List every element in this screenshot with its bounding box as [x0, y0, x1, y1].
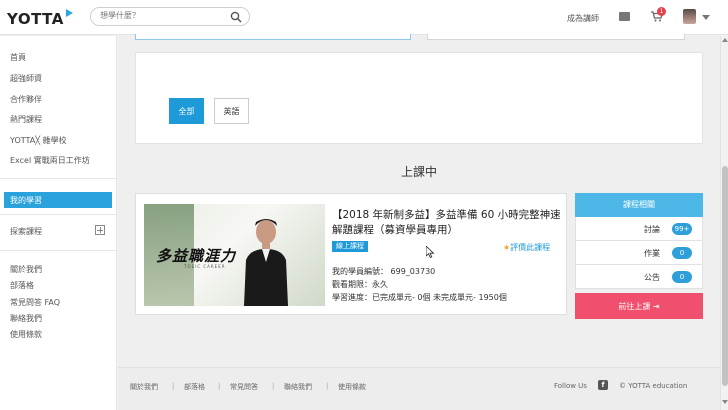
footer-link-faq[interactable]: 常見問答: [230, 382, 258, 392]
sidebar-item-excel-workshop[interactable]: Excel 實戰兩日工作坊: [10, 155, 90, 166]
divider: [0, 178, 117, 179]
announcement-label: 公告: [644, 273, 660, 282]
viewing-period: 觀看期限：永久: [332, 280, 388, 289]
go-to-class-label: 前往上課: [618, 301, 651, 311]
scrollbar[interactable]: [720, 36, 728, 410]
search-icon[interactable]: [230, 11, 242, 23]
logo-play-icon: [65, 9, 73, 17]
sidebar-item-explore[interactable]: 探索課程: [10, 226, 42, 237]
footer-separator: |: [172, 382, 175, 390]
footer-separator: |: [272, 382, 275, 390]
footer-link-about[interactable]: 關於我們: [130, 382, 158, 392]
filter-english-button[interactable]: 英語: [214, 98, 249, 124]
search-box[interactable]: [90, 7, 250, 26]
footer: 關於我們 | 部落格 | 常見問答 | 聯絡我們 | 使用條款 Follow U…: [118, 367, 720, 410]
sidebar: 首頁 超強師資 合作夥伴 熱門課程 YOTTA╳ 雜學校 Excel 實戰兩日工…: [0, 36, 117, 410]
sidebar-item-home[interactable]: 首頁: [10, 52, 26, 63]
sidebar-item-faq[interactable]: 常見問答 FAQ: [10, 297, 60, 308]
course-title[interactable]: 【2018 年新制多益】多益準備 60 小時完整神速解題課程（募資學員專用）: [332, 208, 562, 238]
facebook-icon[interactable]: f: [598, 380, 608, 390]
filter-card: 全部 英語: [135, 52, 703, 144]
go-to-class-button[interactable]: 前往上課 ⇥: [575, 293, 703, 319]
sidebar-item-blog[interactable]: 部落格: [10, 280, 34, 291]
copyright: © YOTTA education: [619, 382, 688, 390]
sidebar-item-partners[interactable]: 合作夥伴: [10, 94, 42, 105]
footer-separator: |: [326, 382, 329, 390]
footer-separator: |: [218, 382, 221, 390]
scroll-thumb[interactable]: [722, 166, 728, 386]
enter-icon: ⇥: [652, 301, 660, 311]
follow-us-label: Follow Us: [554, 382, 587, 390]
expand-plus-icon[interactable]: [95, 225, 105, 235]
logo-text: YOTTA: [7, 10, 64, 28]
mouse-cursor-icon: [426, 246, 435, 258]
sidebar-item-my-learning[interactable]: 我的學習: [4, 192, 112, 208]
homework-row[interactable]: 作業 0: [575, 241, 703, 265]
discussion-count-badge: 99+: [672, 223, 692, 235]
learning-progress: 學習進度：已完成單元- 0個 未完成單元- 1950個: [332, 293, 507, 302]
footer-link-blog[interactable]: 部落格: [184, 382, 205, 392]
logo[interactable]: YOTTA: [7, 9, 73, 28]
online-course-badge: 線上課程: [332, 241, 368, 252]
search-field-partial[interactable]: [135, 34, 411, 40]
sidebar-item-about[interactable]: 關於我們: [10, 264, 42, 275]
discussion-label: 討論: [644, 225, 660, 234]
discussion-row[interactable]: 討論 99+: [575, 217, 703, 241]
become-instructor-link[interactable]: 成為講師: [567, 13, 599, 24]
divider: [0, 214, 117, 215]
mail-icon[interactable]: [619, 12, 630, 21]
search-input[interactable]: [100, 11, 230, 20]
sidebar-item-popular[interactable]: 熱門課程: [10, 114, 42, 125]
scroll-down-arrow-icon[interactable]: [722, 400, 728, 404]
sidebar-item-yotta-school[interactable]: YOTTA╳ 雜學校: [10, 135, 67, 146]
student-number: 我的學員編號： 699_03730: [332, 267, 436, 276]
thumbnail-person: [244, 219, 288, 306]
announcement-row[interactable]: 公告 0: [575, 265, 703, 289]
chevron-down-icon[interactable]: [702, 15, 710, 20]
homework-label: 作業: [644, 249, 660, 258]
main-content: 全部 英語 上課中 多益職涯力 TOEIC CAREER 【2018 年新制多益…: [118, 34, 720, 410]
course-thumbnail[interactable]: 多益職涯力 TOEIC CAREER: [144, 204, 325, 306]
sidebar-item-contact[interactable]: 聯絡我們: [10, 313, 42, 324]
sidebar-item-terms[interactable]: 使用條款: [10, 329, 42, 340]
scroll-up-arrow-icon[interactable]: [722, 38, 728, 42]
cart-count-badge: 1: [657, 7, 666, 16]
rate-course-link[interactable]: ★評價此課程: [503, 242, 550, 253]
footer-link-contact[interactable]: 聯絡我們: [284, 382, 312, 392]
filter-all-button[interactable]: 全部: [169, 98, 204, 124]
course-card: 多益職涯力 TOEIC CAREER 【2018 年新制多益】多益準備 60 小…: [135, 193, 567, 315]
divider: [0, 250, 117, 251]
announcement-count-badge: 0: [672, 271, 692, 283]
course-related-header[interactable]: 課程相關: [575, 193, 703, 217]
homework-count-badge: 0: [672, 247, 692, 259]
sidebar-item-teachers[interactable]: 超強師資: [10, 73, 42, 84]
rate-course-label: 評價此課程: [510, 243, 551, 252]
avatar[interactable]: [683, 9, 696, 24]
thumbnail-title: 多益職涯力: [156, 247, 237, 265]
footer-link-terms[interactable]: 使用條款: [338, 382, 366, 392]
thumbnail-subtitle: TOEIC CAREER: [184, 264, 226, 269]
top-bar: YOTTA 成為講師 1: [0, 0, 728, 35]
section-title: 上課中: [400, 165, 437, 179]
select-field-partial[interactable]: [427, 34, 685, 40]
